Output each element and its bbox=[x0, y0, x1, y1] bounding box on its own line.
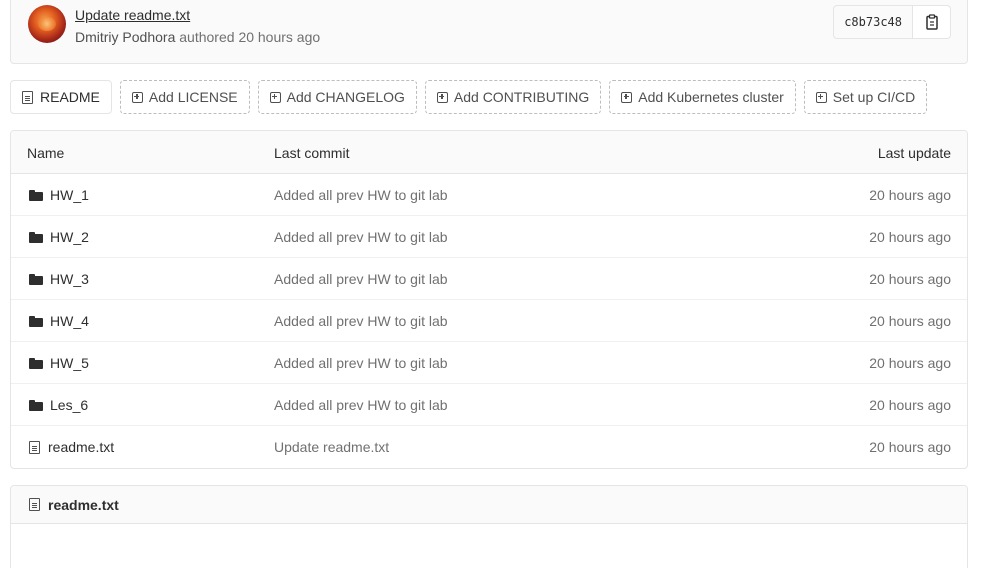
copy-sha-button[interactable] bbox=[913, 5, 951, 39]
row-updated: 20 hours ago bbox=[869, 439, 951, 455]
header-last-commit: Last commit bbox=[274, 145, 350, 161]
row-name[interactable]: HW_5 bbox=[50, 355, 89, 371]
row-commit-message[interactable]: Added all prev HW to git lab bbox=[274, 397, 448, 413]
folder-icon bbox=[29, 231, 43, 243]
table-header: Name Last commit Last update bbox=[11, 131, 967, 174]
table-row[interactable]: HW_4 Added all prev HW to git lab 20 hou… bbox=[11, 300, 967, 342]
commit-action: authored bbox=[179, 29, 235, 45]
row-updated: 20 hours ago bbox=[869, 271, 951, 287]
plus-square-icon bbox=[436, 91, 448, 103]
table-row[interactable]: readme.txt Update readme.txt 20 hours ag… bbox=[11, 426, 967, 468]
folder-icon bbox=[29, 315, 43, 327]
row-name-cell: Les_6 bbox=[29, 397, 88, 413]
row-commit-message[interactable]: Added all prev HW to git lab bbox=[274, 187, 448, 203]
row-commit-message[interactable]: Added all prev HW to git lab bbox=[274, 271, 448, 287]
folder-icon bbox=[29, 399, 43, 411]
header-name: Name bbox=[27, 145, 65, 161]
row-name[interactable]: HW_1 bbox=[50, 187, 89, 203]
row-commit-message[interactable]: Added all prev HW to git lab bbox=[274, 355, 448, 371]
setup-cicd-button[interactable]: Set up CI/CD bbox=[803, 80, 928, 114]
table-row[interactable]: HW_3 Added all prev HW to git lab 20 hou… bbox=[11, 258, 967, 300]
add-license-button[interactable]: Add LICENSE bbox=[119, 80, 250, 114]
clipboard-icon bbox=[925, 14, 938, 30]
row-name-cell: readme.txt bbox=[29, 439, 114, 455]
add-kubernetes-label: Add Kubernetes cluster bbox=[638, 89, 784, 105]
commit-author[interactable]: Dmitriy Podhora bbox=[75, 29, 175, 45]
row-updated: 20 hours ago bbox=[869, 187, 951, 203]
table-row[interactable]: Les_6 Added all prev HW to git lab 20 ho… bbox=[11, 384, 967, 426]
file-icon bbox=[22, 90, 33, 104]
row-updated: 20 hours ago bbox=[869, 355, 951, 371]
row-name-cell: HW_1 bbox=[29, 187, 89, 203]
folder-icon bbox=[29, 189, 43, 201]
table-row[interactable]: HW_1 Added all prev HW to git lab 20 hou… bbox=[11, 174, 967, 216]
header-last-update: Last update bbox=[877, 145, 951, 161]
readme-title[interactable]: readme.txt bbox=[48, 497, 119, 513]
commit-sha[interactable]: c8b73c48 bbox=[833, 5, 913, 39]
commit-meta: Dmitriy Podhora authored 20 hours ago bbox=[75, 29, 320, 45]
table-row[interactable]: HW_2 Added all prev HW to git lab 20 hou… bbox=[11, 216, 967, 258]
add-changelog-label: Add CHANGELOG bbox=[286, 89, 405, 105]
last-commit-panel: Update readme.txt Dmitriy Podhora author… bbox=[10, 0, 968, 64]
plus-square-icon bbox=[815, 91, 827, 103]
row-name[interactable]: HW_2 bbox=[50, 229, 89, 245]
plus-square-icon bbox=[269, 91, 281, 103]
row-commit-message[interactable]: Added all prev HW to git lab bbox=[274, 229, 448, 245]
row-name[interactable]: HW_4 bbox=[50, 313, 89, 329]
row-updated: 20 hours ago bbox=[869, 313, 951, 329]
plus-square-icon bbox=[621, 91, 633, 103]
file-icon bbox=[29, 498, 40, 511]
row-name[interactable]: HW_3 bbox=[50, 271, 89, 287]
add-license-label: Add LICENSE bbox=[148, 89, 238, 105]
table-row[interactable]: HW_5 Added all prev HW to git lab 20 hou… bbox=[11, 342, 967, 384]
add-contributing-label: Add CONTRIBUTING bbox=[453, 89, 590, 105]
readme-button-label: README bbox=[40, 89, 100, 105]
commit-title-link[interactable]: Update readme.txt bbox=[75, 7, 190, 23]
row-name[interactable]: readme.txt bbox=[48, 439, 114, 455]
add-kubernetes-button[interactable]: Add Kubernetes cluster bbox=[609, 80, 796, 114]
row-name[interactable]: Les_6 bbox=[50, 397, 88, 413]
plus-square-icon bbox=[131, 91, 143, 103]
row-updated: 20 hours ago bbox=[869, 397, 951, 413]
folder-icon bbox=[29, 357, 43, 369]
file-tree-table: Name Last commit Last update HW_1 Added … bbox=[10, 130, 968, 469]
row-name-cell: HW_2 bbox=[29, 229, 89, 245]
row-commit-message[interactable]: Added all prev HW to git lab bbox=[274, 313, 448, 329]
setup-cicd-label: Set up CI/CD bbox=[832, 89, 916, 105]
row-commit-message[interactable]: Update readme.txt bbox=[274, 439, 389, 455]
readme-button[interactable]: README bbox=[10, 80, 112, 114]
row-name-cell: HW_3 bbox=[29, 271, 89, 287]
add-contributing-button[interactable]: Add CONTRIBUTING bbox=[424, 80, 602, 114]
add-changelog-button[interactable]: Add CHANGELOG bbox=[257, 80, 417, 114]
row-name-cell: HW_4 bbox=[29, 313, 89, 329]
row-name-cell: HW_5 bbox=[29, 355, 89, 371]
author-avatar[interactable] bbox=[28, 5, 66, 43]
commit-sha-group: c8b73c48 bbox=[833, 5, 951, 39]
readme-panel: readme.txt bbox=[10, 485, 968, 568]
commit-time: 20 hours ago bbox=[238, 29, 321, 45]
row-updated: 20 hours ago bbox=[869, 229, 951, 245]
folder-icon bbox=[29, 273, 43, 285]
repo-actions-bar: README Add LICENSE Add CHANGELOG Add CON… bbox=[10, 80, 928, 114]
file-icon bbox=[29, 440, 40, 454]
readme-header: readme.txt bbox=[11, 486, 967, 524]
